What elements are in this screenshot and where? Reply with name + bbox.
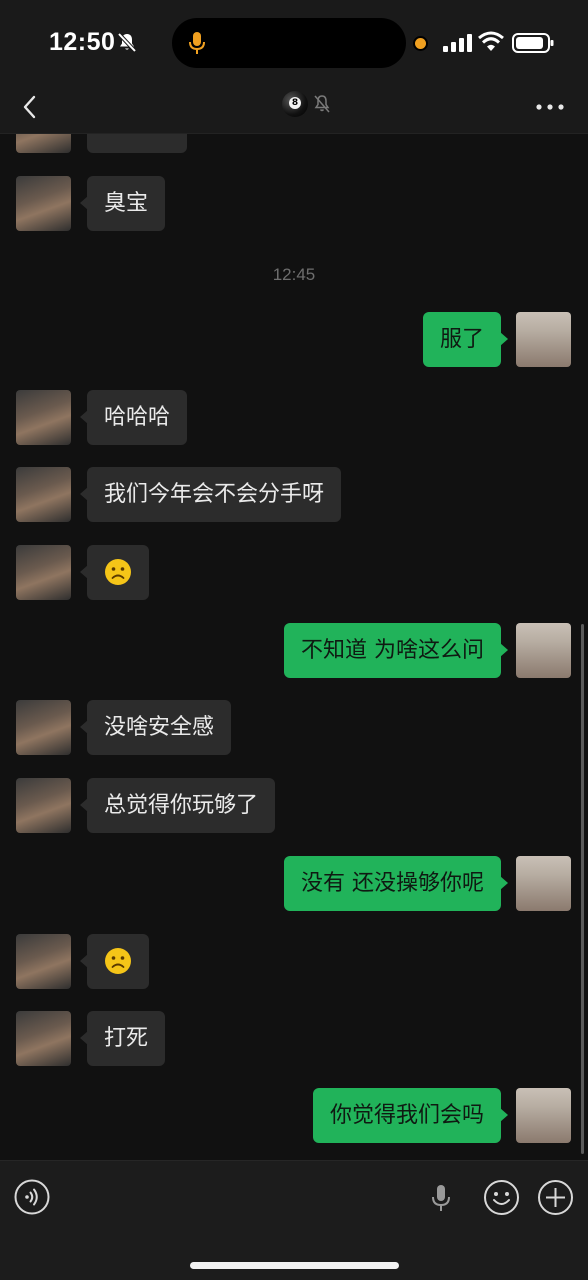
status-time: 12:50 xyxy=(49,28,116,56)
my-avatar-image[interactable] xyxy=(516,856,571,911)
voice-icon[interactable] xyxy=(14,1179,50,1215)
contact-avatar-image[interactable] xyxy=(16,134,71,153)
chat-header: 8 xyxy=(0,80,588,134)
message-input[interactable] xyxy=(64,1175,472,1221)
wifi-icon xyxy=(478,31,504,51)
message-bubble[interactable]: 臭宝 xyxy=(79,176,166,231)
home-indicator[interactable] xyxy=(190,1262,399,1269)
contact-avatar-image[interactable] xyxy=(16,545,71,600)
message-bubble[interactable]: 没啥安全感 xyxy=(79,700,232,755)
message-bubble[interactable]: 我们今年会不会分手呀 xyxy=(79,467,342,522)
my-avatar-image[interactable] xyxy=(516,312,571,367)
my-avatar-image[interactable] xyxy=(516,623,571,678)
microphone-icon[interactable] xyxy=(430,1184,452,1212)
my-avatar-image[interactable] xyxy=(516,1088,571,1143)
message-bubble[interactable]: 你觉得我们会吗 xyxy=(312,1088,509,1143)
contact-avatar-image[interactable] xyxy=(16,390,71,445)
message-timestamp: 12:45 xyxy=(272,265,316,284)
message-bubble[interactable]: 总觉得你玩够了 xyxy=(79,778,276,833)
status-bar: 12:50 xyxy=(0,0,588,80)
message-bubble[interactable] xyxy=(87,134,187,153)
message-bubble[interactable]: 服了 xyxy=(422,312,509,367)
sad-face-emoji xyxy=(105,558,131,585)
message-bubble[interactable] xyxy=(80,545,149,600)
contact-avatar[interactable]: 8 xyxy=(282,91,308,117)
scrollbar[interactable] xyxy=(581,624,584,1154)
orange-dot-indicator xyxy=(415,38,426,49)
signal-icon xyxy=(443,34,472,52)
sad-face-emoji xyxy=(105,947,131,974)
bell-off-icon xyxy=(117,32,137,53)
battery-icon xyxy=(512,33,554,53)
emoji-icon[interactable] xyxy=(483,1179,520,1216)
plus-icon[interactable] xyxy=(537,1179,574,1216)
contact-avatar-image[interactable] xyxy=(16,934,71,989)
contact-avatar-image[interactable] xyxy=(16,467,71,522)
chat-message-list[interactable]: 臭宝 12:45 服了 哈哈哈 我们今年会不会分手呀 不知道 为啥这么问 没啥安… xyxy=(0,134,588,1160)
message-bubble[interactable]: 哈哈哈 xyxy=(79,390,188,445)
microphone-indicator-icon xyxy=(189,32,205,54)
message-bubble[interactable] xyxy=(80,934,149,989)
contact-avatar-image[interactable] xyxy=(16,176,71,231)
message-bubble[interactable]: 不知道 为啥这么问 xyxy=(284,623,508,678)
contact-avatar-image[interactable] xyxy=(16,778,71,833)
dynamic-island xyxy=(172,18,406,68)
more-icon[interactable] xyxy=(532,92,568,122)
chat-input-bar xyxy=(0,1160,588,1280)
contact-avatar-image[interactable] xyxy=(16,1011,71,1066)
message-bubble[interactable]: 没有 还没操够你呢 xyxy=(284,856,508,911)
contact-avatar-image[interactable] xyxy=(16,700,71,755)
mute-icon xyxy=(314,95,330,113)
message-bubble[interactable]: 打死 xyxy=(79,1011,166,1066)
contact-avatar-label: 8 xyxy=(289,97,301,109)
back-icon[interactable] xyxy=(14,90,48,124)
